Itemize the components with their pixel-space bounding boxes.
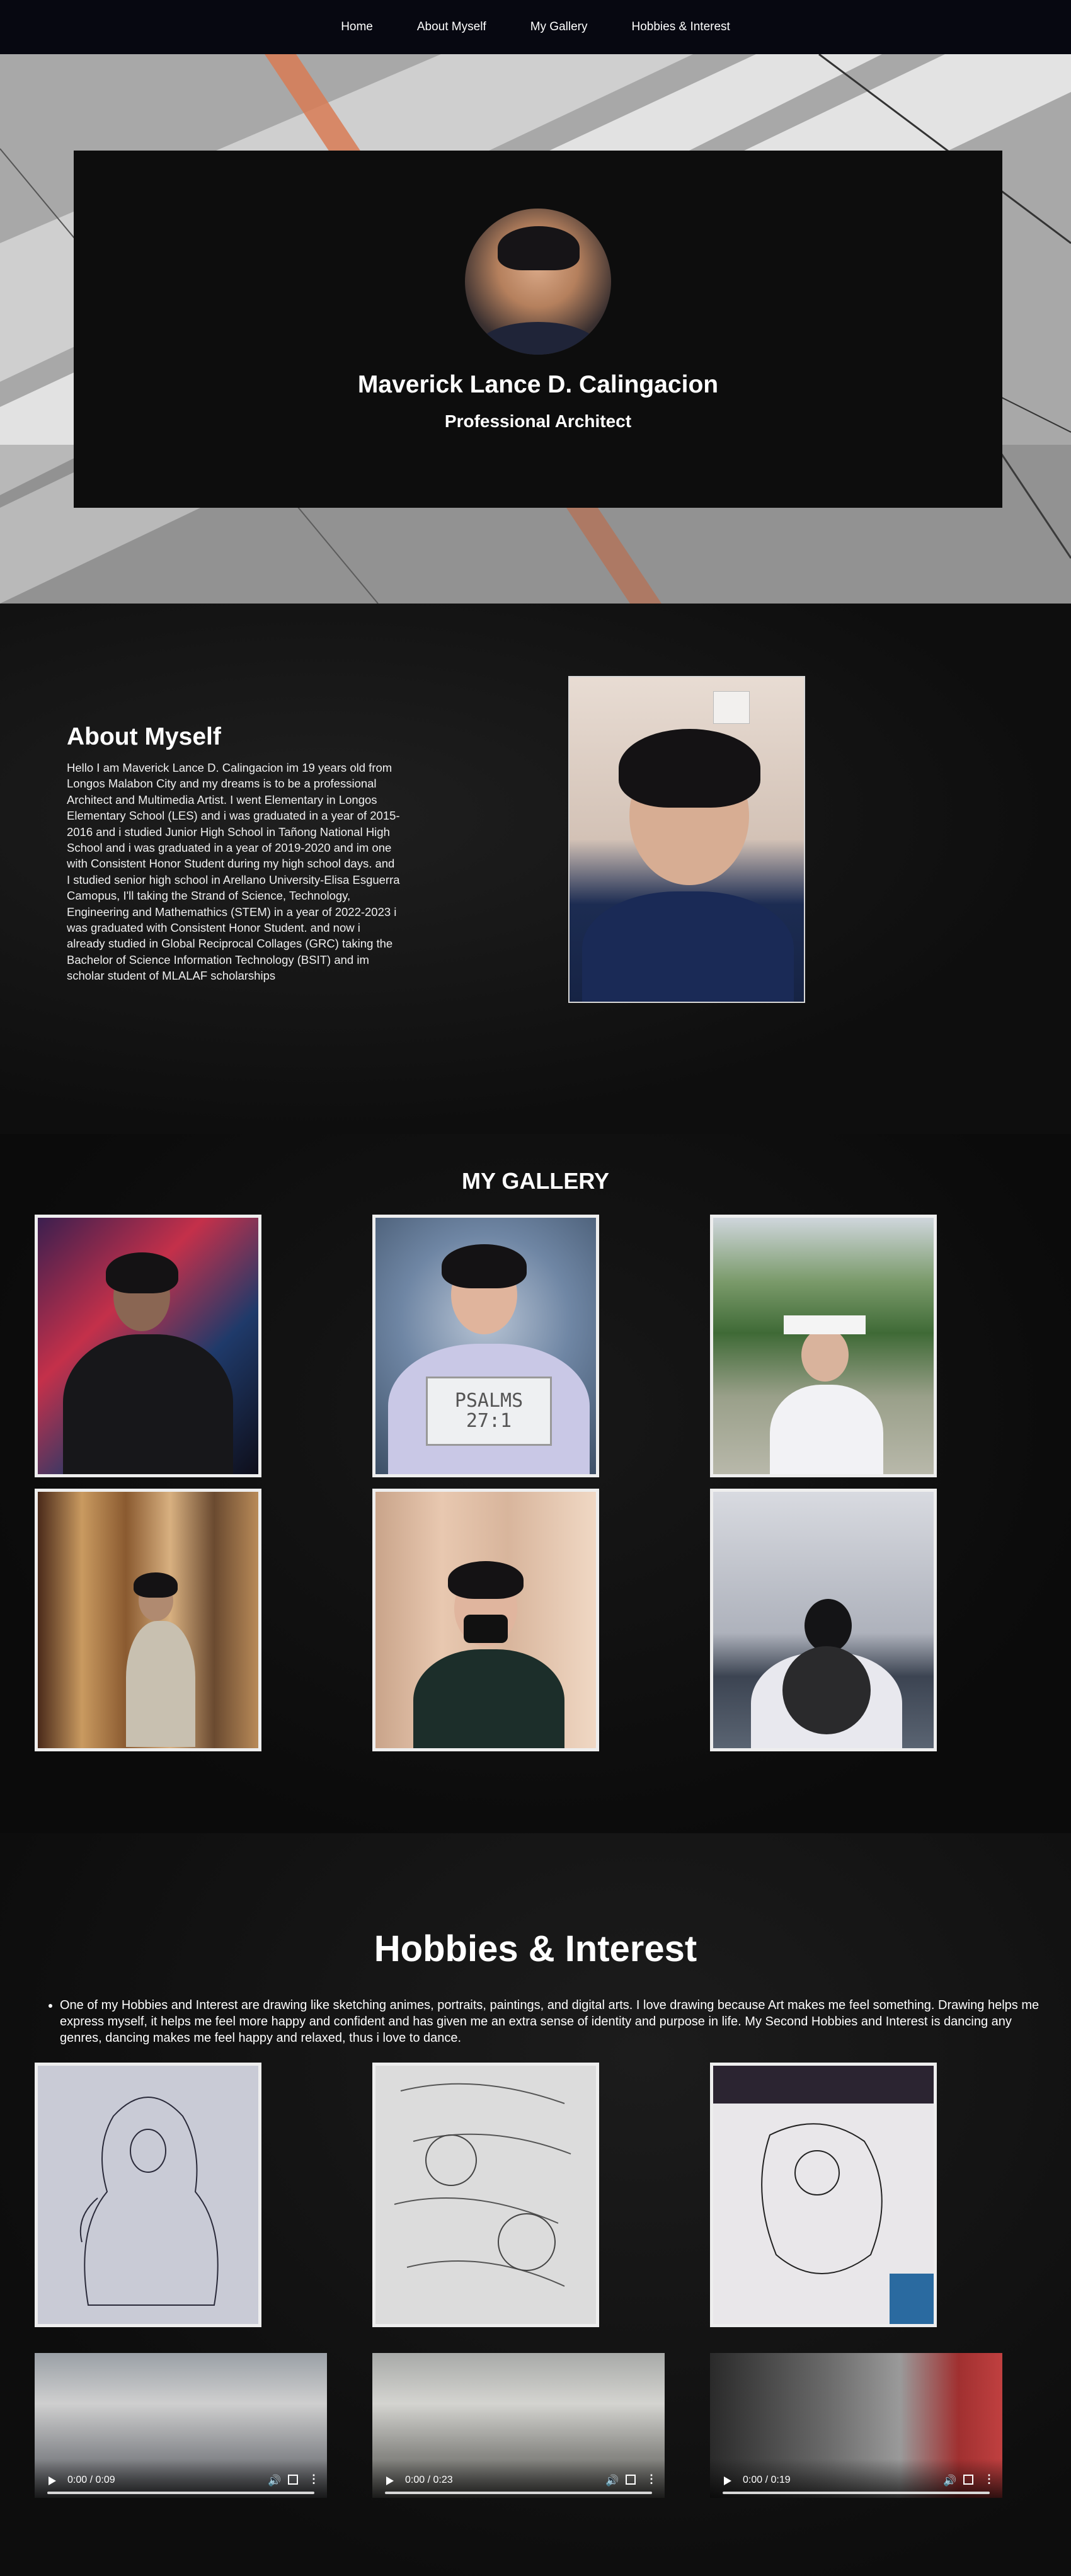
play-icon[interactable] xyxy=(49,2476,56,2485)
video-controls: 0:00 / 0:23 🔊 ⋮ xyxy=(372,2459,665,2498)
hero-card: Maverick Lance D. Calingacion Profession… xyxy=(74,151,1002,508)
gallery-photo-2: PSALMS 27:1 xyxy=(372,1215,599,1477)
dance-video-2[interactable]: 0:00 / 0:23 🔊 ⋮ xyxy=(372,2353,665,2498)
more-options-icon[interactable]: ⋮ xyxy=(983,2473,995,2486)
top-nav: Home About Myself My Gallery Hobbies & I… xyxy=(0,0,1071,54)
video-progress-bar[interactable] xyxy=(723,2492,990,2494)
hero-name: Maverick Lance D. Calingacion xyxy=(357,371,719,398)
hobbies-section: Hobbies & Interest One of my Hobbies and… xyxy=(0,1833,1071,2576)
fullscreen-icon[interactable] xyxy=(288,2475,298,2485)
volume-icon[interactable]: 🔊 xyxy=(605,2475,619,2487)
hobbies-title: Hobbies & Interest xyxy=(374,1928,697,1969)
nav-about-myself[interactable]: About Myself xyxy=(395,0,508,54)
dance-video-1[interactable]: 0:00 / 0:09 🔊 ⋮ xyxy=(35,2353,327,2498)
video-time: 0:00 / 0:19 xyxy=(743,2475,791,2485)
play-icon[interactable] xyxy=(724,2476,731,2485)
play-icon[interactable] xyxy=(386,2476,394,2485)
more-options-icon[interactable]: ⋮ xyxy=(308,2473,319,2486)
nav-home[interactable]: Home xyxy=(319,0,395,54)
dance-video-3[interactable]: 0:00 / 0:19 🔊 ⋮ xyxy=(710,2353,1002,2498)
hobbies-list: One of my Hobbies and Interest are drawi… xyxy=(60,1997,1043,2046)
about-title: About Myself xyxy=(67,723,221,750)
volume-icon[interactable]: 🔊 xyxy=(943,2475,956,2487)
video-time: 0:00 / 0:09 xyxy=(67,2475,115,2485)
gallery-title: MY GALLERY xyxy=(461,1168,610,1194)
gallery-photo-1 xyxy=(35,1215,261,1477)
about-section: About Myself Hello I am Maverick Lance D… xyxy=(0,604,1071,1134)
drawing-1 xyxy=(35,2063,261,2327)
nav-hobbies-interest[interactable]: Hobbies & Interest xyxy=(610,0,752,54)
gallery-photo-5 xyxy=(372,1489,599,1751)
video-progress-bar[interactable] xyxy=(47,2492,314,2494)
about-photo xyxy=(568,676,805,1003)
hobbies-description: One of my Hobbies and Interest are drawi… xyxy=(60,1997,1043,2046)
gallery-photo-6 xyxy=(710,1489,937,1751)
gallery-photo-4 xyxy=(35,1489,261,1751)
fullscreen-icon[interactable] xyxy=(626,2475,636,2485)
fullscreen-icon[interactable] xyxy=(963,2475,973,2485)
profile-avatar xyxy=(465,209,611,355)
video-controls: 0:00 / 0:19 🔊 ⋮ xyxy=(710,2459,1002,2498)
video-progress-bar[interactable] xyxy=(385,2492,652,2494)
hero-role: Professional Architect xyxy=(444,411,632,431)
volume-icon[interactable]: 🔊 xyxy=(268,2475,281,2487)
more-options-icon[interactable]: ⋮ xyxy=(646,2473,657,2486)
video-time: 0:00 / 0:23 xyxy=(405,2475,453,2485)
drawing-2 xyxy=(372,2063,599,2327)
video-controls: 0:00 / 0:09 🔊 ⋮ xyxy=(35,2459,327,2498)
drawing-3 xyxy=(710,2063,937,2327)
about-text: Hello I am Maverick Lance D. Calingacion… xyxy=(67,761,400,983)
sign-board: PSALMS 27:1 xyxy=(426,1377,552,1446)
gallery-photo-3 xyxy=(710,1215,937,1477)
nav-my-gallery[interactable]: My Gallery xyxy=(508,0,610,54)
gallery-section: MY GALLERY PSALMS 27:1 xyxy=(0,1134,1071,1833)
hero-section: Maverick Lance D. Calingacion Profession… xyxy=(0,54,1071,604)
